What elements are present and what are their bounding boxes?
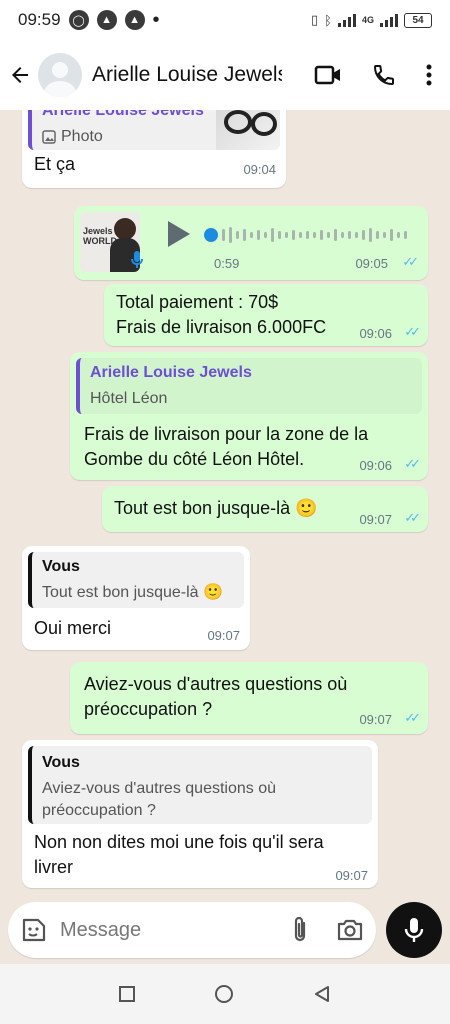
bluetooth-icon: ᛒ (324, 12, 332, 28)
mic-badge-icon (131, 251, 143, 268)
quote-photo-thumbnail (216, 110, 280, 150)
home-button[interactable] (214, 984, 234, 1004)
voice-duration: 0:59 (214, 256, 240, 271)
quote-sender: Vous (42, 558, 80, 575)
read-receipt-icon: ✓✓ (404, 324, 421, 339)
back-nav-button[interactable] (313, 985, 331, 1003)
composer: Message (0, 902, 450, 964)
message-time: 09:07 (207, 628, 240, 643)
status-time: 09:59 (18, 10, 61, 29)
voice-call-icon[interactable] (372, 63, 396, 87)
image-icon (42, 130, 56, 144)
glasses-image (224, 110, 277, 136)
status-bar: 09:59 ◯ ▲ ▲ • ▯ ᛒ 4G 54 (0, 0, 450, 40)
reply-quote[interactable]: Vous Tout est bon jusque-là 🙂 (28, 552, 244, 608)
signal-icon (337, 13, 356, 27)
playback-position-dot[interactable] (204, 228, 218, 242)
chat-header: Arielle Louise Jewels (0, 40, 450, 110)
sticker-icon[interactable] (20, 916, 48, 944)
message-placeholder: Message (60, 918, 142, 941)
message-time: 09:04 (243, 162, 276, 177)
message-text: Tout est bon jusque-là 🙂 (114, 498, 318, 518)
reply-quote[interactable]: Vous Aviez-vous d'autres questions où pr… (28, 746, 372, 824)
message-time: 09:06 (359, 458, 392, 473)
play-icon[interactable] (166, 220, 190, 248)
read-receipt-icon: ✓✓ (404, 510, 421, 525)
message-bubble-outgoing[interactable]: Aviez-vous d'autres questions où préoccu… (70, 662, 428, 734)
message-bubble-outgoing[interactable]: Total paiement : 70$ Frais de livraison … (104, 284, 428, 346)
vibrate-icon: ▯ (311, 12, 319, 27)
microphone-icon (404, 918, 424, 942)
message-time: 09:07 (359, 512, 392, 527)
video-call-icon[interactable] (314, 64, 342, 86)
more-options-icon[interactable] (426, 64, 432, 86)
battery-icon: 54 (404, 12, 432, 28)
more-notifications-icon: • (152, 8, 160, 31)
reply-quote[interactable]: Arielle Louise Jewels Photo (28, 110, 280, 150)
contact-name[interactable]: Arielle Louise Jewels (92, 63, 282, 87)
message-time: 09:06 (359, 326, 392, 341)
message-text: Oui merci (34, 618, 112, 638)
camera-icon[interactable] (336, 918, 364, 942)
message-bubble-incoming[interactable]: Vous Tout est bon jusque-là 🙂 Oui merci … (22, 546, 250, 650)
message-time: 09:07 (335, 868, 368, 883)
message-bubble-incoming[interactable]: Arielle Louise Jewels Photo Et ça 09:04 (22, 110, 286, 188)
message-time: 09:07 (359, 712, 392, 727)
app-notification-icon: ◯ (68, 10, 89, 30)
recent-apps-button[interactable] (119, 986, 136, 1002)
app-notification-icon: ▲ (124, 10, 145, 30)
message-text: Aviez-vous d'autres questions où préoccu… (84, 674, 348, 719)
message-list[interactable]: Arielle Louise Jewels Photo Et ça 09:04 … (0, 110, 450, 902)
system-navigation-bar (0, 964, 450, 1024)
quote-photo-label: Photo (42, 128, 103, 146)
message-text: Frais de livraison pour la zone de la Go… (84, 424, 369, 469)
quote-sender: Vous (42, 754, 80, 771)
message-bubble-outgoing[interactable]: Arielle Louise Jewels Hôtel Léon Frais d… (70, 352, 428, 480)
app-notification-icon: ▲ (96, 10, 117, 30)
back-button[interactable] (2, 63, 38, 87)
reply-quote[interactable]: Arielle Louise Jewels Hôtel Léon (76, 358, 422, 414)
message-text: Et ça (34, 154, 76, 174)
quote-text: Tout est bon jusque-là 🙂 (42, 584, 223, 601)
message-bubble-incoming[interactable]: Vous Aviez-vous d'autres questions où pr… (22, 740, 378, 888)
quote-text: Aviez-vous d'autres questions où préoccu… (42, 780, 277, 819)
message-text: Non non dites moi une fois qu'il sera li… (34, 832, 324, 877)
battery-level: 54 (412, 14, 424, 26)
read-receipt-icon: ✓✓ (402, 254, 419, 269)
quote-text: Hôtel Léon (90, 390, 168, 407)
quote-sender: Arielle Louise Jewels (42, 110, 204, 119)
contact-avatar[interactable] (38, 53, 82, 97)
voice-message-bubble[interactable]: Jewels WORLD 0:59 09:05 ✓✓ (74, 206, 428, 280)
read-receipt-icon: ✓✓ (404, 710, 421, 725)
quote-text: Photo (61, 128, 103, 145)
message-text: Total paiement : 70$ (116, 292, 279, 312)
attach-icon[interactable] (290, 915, 310, 945)
waveform[interactable] (222, 223, 418, 247)
network-type: 4G (361, 15, 374, 25)
message-text: Frais de livraison 6.000FC (116, 317, 327, 337)
message-input[interactable]: Message (8, 902, 376, 958)
message-bubble-outgoing[interactable]: Tout est bon jusque-là 🙂 09:07 ✓✓ (102, 486, 428, 532)
thumbnail-logo-text: Jewels WORLD (83, 226, 117, 246)
back-arrow-icon (12, 67, 28, 83)
message-time: 09:05 (355, 256, 388, 271)
voice-record-button[interactable] (386, 902, 442, 958)
quote-sender: Arielle Louise Jewels (90, 364, 252, 381)
signal-icon (380, 13, 398, 27)
read-receipt-icon: ✓✓ (404, 456, 421, 471)
